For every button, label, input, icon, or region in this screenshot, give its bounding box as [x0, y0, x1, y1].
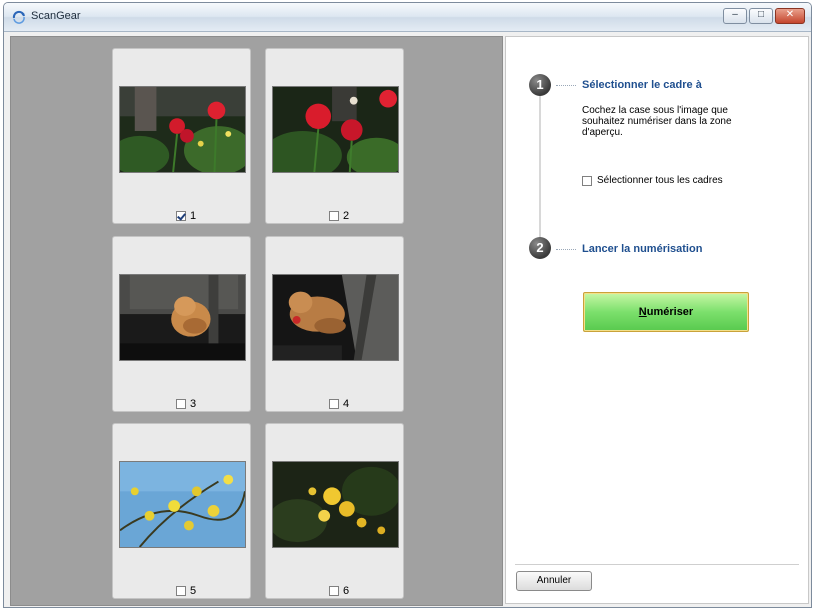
frame-number: 2 [343, 210, 350, 222]
frame-number: 6 [343, 585, 350, 597]
frame-checkbox-row[interactable]: 5 [176, 585, 196, 597]
frame-6-checkbox[interactable] [329, 586, 339, 596]
step-1-badge: 1 [529, 74, 551, 96]
frame-2[interactable]: 2 [265, 48, 404, 224]
frame-1[interactable]: 1 [112, 48, 251, 224]
frame-number: 4 [343, 398, 350, 410]
step-2-badge: 2 [529, 237, 551, 259]
step-2-dots [556, 249, 576, 250]
frame-checkbox-row[interactable]: 6 [329, 585, 349, 597]
scangear-app-icon [12, 10, 25, 24]
scan-button-mnemonic: N [638, 306, 647, 318]
frame-1-checkbox[interactable] [176, 211, 186, 221]
minimize-button[interactable]: ‒ [723, 8, 747, 24]
maximize-button[interactable]: □ [749, 8, 773, 24]
step-1-title: Sélectionner le cadre à [582, 79, 702, 91]
frame-number: 5 [190, 585, 197, 597]
maximize-icon: □ [757, 9, 765, 20]
scan-button[interactable]: Numériser [583, 292, 749, 332]
select-all-label[interactable]: Sélectionner tous les cadres [597, 175, 723, 186]
thumbnail-image[interactable] [119, 461, 246, 548]
step-2-title: Lancer la numérisation [582, 243, 703, 255]
scan-button-label: umériser [646, 306, 694, 318]
frame-4[interactable]: 4 [265, 236, 404, 412]
frame-5-checkbox[interactable] [176, 586, 186, 596]
instruction-panel: 1 Sélectionner le cadre à Cochez la case… [505, 36, 809, 604]
frame-checkbox-row[interactable]: 3 [176, 398, 196, 410]
frame-checkbox-row[interactable]: 4 [329, 398, 349, 410]
select-all-checkbox[interactable] [582, 175, 592, 186]
thumbnail-image[interactable] [272, 86, 399, 173]
minimize-icon: ‒ [732, 9, 738, 20]
frame-number: 3 [190, 398, 197, 410]
frame-3[interactable]: 3 [112, 236, 251, 412]
frame-4-checkbox[interactable] [329, 399, 339, 409]
preview-area: 1 2 3 4 5 6 [10, 36, 503, 606]
frame-2-checkbox[interactable] [329, 211, 339, 221]
step-1-description: Cochez la case sous l'image que souhaite… [582, 105, 732, 138]
select-all-frames-row[interactable]: Sélectionner tous les cadres [582, 175, 723, 186]
thumbnail-image[interactable] [272, 274, 399, 361]
thumbnail-image[interactable] [119, 274, 246, 361]
title-bar: ScanGear ‒ □ ✕ [4, 3, 811, 32]
cancel-button[interactable]: Annuler [516, 571, 592, 591]
frame-checkbox-row[interactable]: 1 [176, 210, 196, 222]
thumbnail-image[interactable] [119, 86, 246, 173]
scangear-window: ScanGear ‒ □ ✕ 1 2 3 4 5 6 1 Sélectionne… [3, 2, 812, 608]
thumbnail-image[interactable] [272, 461, 399, 548]
window-title: ScanGear [31, 10, 81, 22]
frame-checkbox-row[interactable]: 2 [329, 210, 349, 222]
separator [515, 564, 799, 565]
step-1-dots [556, 85, 576, 86]
frame-3-checkbox[interactable] [176, 399, 186, 409]
window-controls: ‒ □ ✕ [723, 8, 805, 24]
step-connector-line [539, 96, 541, 238]
close-icon: ✕ [785, 9, 795, 20]
frame-number: 1 [190, 210, 197, 222]
frame-5[interactable]: 5 [112, 423, 251, 599]
frame-6[interactable]: 6 [265, 423, 404, 599]
close-button[interactable]: ✕ [775, 8, 805, 24]
